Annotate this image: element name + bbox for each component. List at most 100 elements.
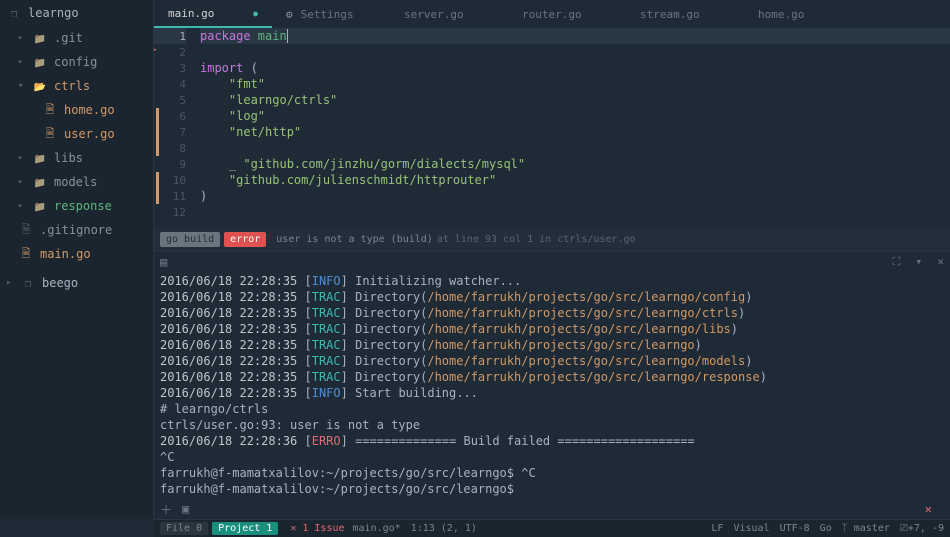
- terminal-line: ctrls/user.go:93: user is not a type: [160, 417, 944, 433]
- chevron-icon: ▸: [18, 57, 28, 67]
- tree-folder[interactable]: ▸libs: [0, 146, 153, 170]
- chevron-icon: ▾: [18, 81, 28, 91]
- code-line[interactable]: [200, 204, 950, 220]
- tree-label: .git: [54, 31, 83, 45]
- tree-folder[interactable]: ▾ctrls: [0, 74, 153, 98]
- folder-icon: [32, 55, 48, 69]
- status-position[interactable]: ⎚+7, -9: [900, 523, 944, 534]
- line-number: 9: [154, 156, 186, 172]
- file-tree-sidebar[interactable]: ❐ learngo ▸.git▸config▾ctrls🗎home.go🗎use…: [0, 0, 154, 519]
- tab-label: router.go: [522, 8, 582, 21]
- tree-file[interactable]: 🗎 home.go: [0, 98, 153, 122]
- add-terminal-icon[interactable]: ＋: [160, 501, 172, 518]
- chevron-icon: ▸: [18, 201, 28, 211]
- tree-file[interactable]: 🗎 user.go: [0, 122, 153, 146]
- terminal-line: 2016/06/18 22:28:35 [INFO] Start buildin…: [160, 385, 944, 401]
- terminal-header: ▤ ⛶ ▾ ✕: [154, 251, 950, 271]
- tab-label: stream.go: [640, 8, 700, 21]
- terminal-line: 2016/06/18 22:28:35 [TRAC] Directory(/ho…: [160, 353, 944, 369]
- editor-tab[interactable]: main.go ●: [154, 0, 272, 28]
- project-root[interactable]: ❐ learngo: [0, 0, 153, 26]
- terminal-line: 2016/06/18 22:28:35 [TRAC] Directory(/ho…: [160, 337, 944, 353]
- chevron-icon: ▸: [18, 153, 28, 163]
- terminal-icon: ▤: [160, 255, 167, 269]
- code-line[interactable]: [200, 44, 950, 60]
- tree-file[interactable]: 🗎.gitignore: [0, 218, 153, 242]
- tree-label: models: [54, 175, 97, 189]
- status-branch[interactable]: ᛉ master: [842, 523, 890, 534]
- status-encoding[interactable]: UTF-8: [780, 523, 810, 534]
- status-lang[interactable]: Go: [820, 523, 832, 534]
- code-line[interactable]: "log": [200, 108, 950, 124]
- code-line[interactable]: package main: [200, 28, 950, 44]
- tree-label: config: [54, 55, 97, 69]
- code-line[interactable]: ): [200, 188, 950, 204]
- modified-dot-icon: ●: [253, 9, 258, 18]
- code-line[interactable]: [200, 140, 950, 156]
- line-number: 2: [154, 44, 186, 60]
- tree-folder[interactable]: ▸response: [0, 194, 153, 218]
- tree-label: home.go: [64, 103, 115, 117]
- editor-tab[interactable]: server.go: [390, 0, 508, 28]
- status-mode[interactable]: Visual: [733, 523, 769, 534]
- terminal-prompt-icon[interactable]: ▣: [182, 502, 189, 516]
- editor-tab[interactable]: stream.go: [626, 0, 744, 28]
- editor-tab[interactable]: router.go: [508, 0, 626, 28]
- file-icon: 🗎: [42, 101, 58, 120]
- tree-folder[interactable]: ▸.git: [0, 26, 153, 50]
- terminal-panel[interactable]: 2016/06/18 22:28:35 [INFO] Initializing …: [154, 271, 950, 499]
- file-icon: 🗎: [42, 125, 58, 144]
- error-badge[interactable]: error: [224, 232, 266, 247]
- folder-icon: [32, 79, 48, 93]
- code-line[interactable]: import (: [200, 60, 950, 76]
- status-filename: main.go*: [353, 523, 401, 534]
- file-icon: 🗎: [18, 245, 34, 264]
- book-icon: ❐: [20, 277, 36, 290]
- code-editor[interactable]: ▸ 123456789101112 package mainimport ( "…: [154, 28, 950, 227]
- code-line[interactable]: "learngo/ctrls": [200, 92, 950, 108]
- secondary-project[interactable]: ▸ ❐ beego: [0, 270, 153, 296]
- code-area[interactable]: package main import ( "fmt" "learngo/ctrl…: [200, 28, 950, 227]
- status-file-pill[interactable]: File 0: [160, 522, 208, 535]
- book-icon: ❐: [6, 7, 22, 20]
- terminal-line: 2016/06/18 22:28:35 [TRAC] Directory(/ho…: [160, 305, 944, 321]
- close-terminal-icon[interactable]: ✕: [925, 502, 932, 516]
- line-number: 1: [154, 28, 186, 44]
- status-selection: (2, 1): [441, 523, 477, 534]
- tab-label: main.go: [168, 7, 214, 20]
- status-issues[interactable]: ✕ 1 Issue: [290, 523, 344, 534]
- editor-tabs: main.go ● ⚙Settingsserver.go router.go strea…: [154, 0, 950, 28]
- status-project-pill[interactable]: Project 1: [212, 522, 278, 535]
- code-line[interactable]: "net/http": [200, 124, 950, 140]
- editor-tab[interactable]: ⚙Settings: [272, 0, 390, 28]
- line-number: 4: [154, 76, 186, 92]
- terminal-line: 2016/06/18 22:28:36 [ERRO] =============…: [160, 433, 944, 449]
- code-line[interactable]: "fmt": [200, 76, 950, 92]
- editor-tab[interactable]: home.go: [744, 0, 862, 28]
- tree-file[interactable]: 🗎main.go: [0, 242, 153, 266]
- line-number: 5: [154, 92, 186, 108]
- focus-icon[interactable]: ⛶: [893, 255, 901, 268]
- folder-icon: [32, 151, 48, 165]
- code-line[interactable]: _ "github.com/jinzhu/gorm/dialects/mysql…: [200, 156, 950, 172]
- tree-label: user.go: [64, 127, 115, 141]
- secondary-label: beego: [42, 276, 78, 290]
- expand-icon[interactable]: ▾: [916, 255, 923, 268]
- status-lineending[interactable]: LF: [711, 523, 723, 534]
- tree-folder[interactable]: ▸ config: [0, 50, 153, 74]
- chevron-right-icon: ▸: [6, 278, 16, 288]
- line-number: 12: [154, 204, 186, 220]
- close-icon[interactable]: ✕: [937, 255, 944, 268]
- error-marker-icon: ▸: [154, 45, 157, 55]
- gobuild-badge[interactable]: go build: [160, 232, 220, 247]
- project-label: learngo: [28, 6, 79, 20]
- lint-bar: go build error user is not a type (build…: [154, 227, 950, 251]
- terminal-line: farrukh@f-mamatxalilov:~/projects/go/src…: [160, 481, 944, 497]
- terminal-line: 2016/06/18 22:28:35 [INFO] Initializing …: [160, 273, 944, 289]
- terminal-line: ^C: [160, 449, 944, 465]
- chevron-icon: ▸: [18, 177, 28, 187]
- tree-folder[interactable]: ▸ models: [0, 170, 153, 194]
- status-cursor: 1:13: [411, 523, 435, 534]
- tab-label: home.go: [758, 8, 804, 21]
- code-line[interactable]: "github.com/julienschmidt/httprouter": [200, 172, 950, 188]
